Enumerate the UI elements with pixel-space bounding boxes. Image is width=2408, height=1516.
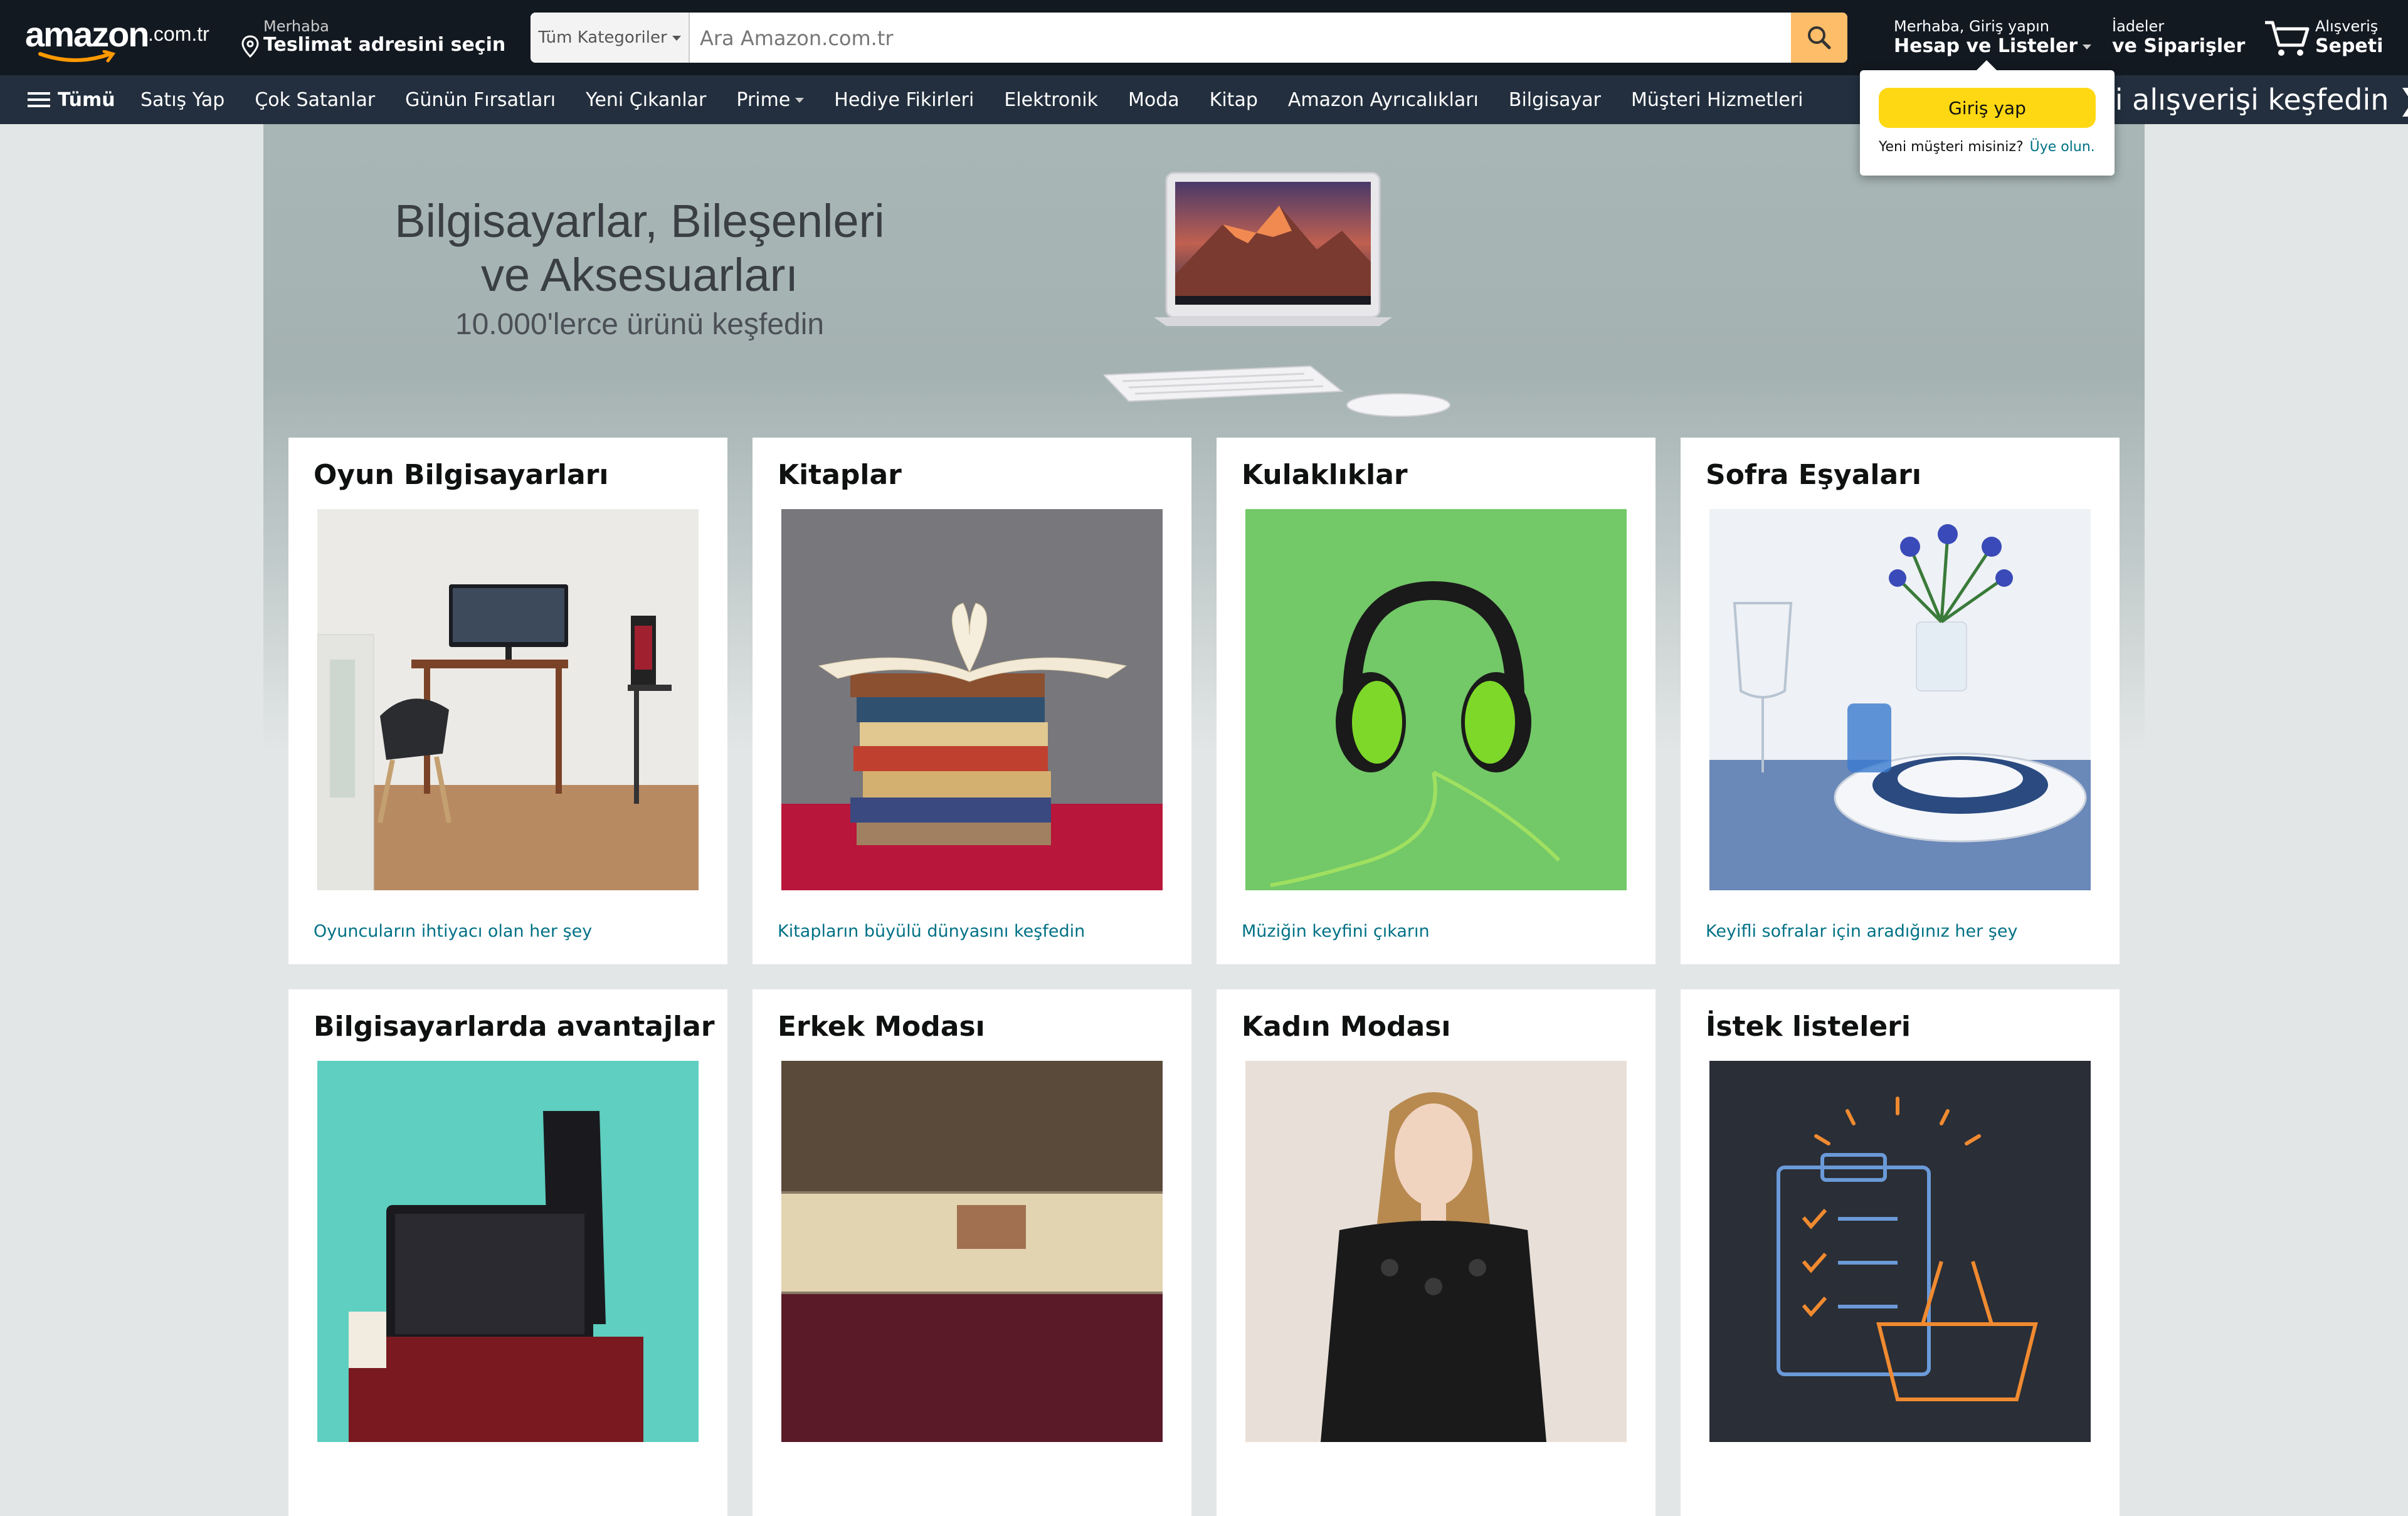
card-gaming-pcs: Oyun Bilgisayarları Oyuncuların ihtiyacı… bbox=[288, 438, 727, 964]
wishlist-image bbox=[1709, 1061, 2091, 1442]
hero-title: Bilgisayarlar, Bileşenleri ve Aksesuarla… bbox=[394, 195, 885, 301]
card-link[interactable]: Oyuncuların ihtiyacı olan her şey bbox=[314, 922, 592, 941]
caret-down-icon bbox=[795, 98, 805, 103]
card-title[interactable]: Sofra Eşyaları bbox=[1706, 459, 1921, 491]
card-wish-lists: İstek listeleri bbox=[1681, 989, 2120, 1516]
all-categories-button[interactable]: Tümü bbox=[28, 75, 115, 124]
location-pin-icon bbox=[241, 35, 259, 58]
search-category-label: Tüm Kategoriler bbox=[538, 28, 667, 47]
nav-link-computers[interactable]: Bilgisayar bbox=[1509, 89, 1601, 111]
delivery-address-label: Teslimat adresini seçin bbox=[263, 34, 506, 56]
nav-link-best-sellers[interactable]: Çok Satanlar bbox=[255, 89, 375, 111]
headphones-image bbox=[1245, 509, 1627, 890]
account-greeting: Merhaba, Giriş yapın bbox=[1894, 18, 2049, 35]
laptop-image bbox=[1104, 172, 1450, 417]
card-books: Kitaplar Kitapların büyülü dünyasını keş… bbox=[752, 438, 1191, 964]
card-image[interactable] bbox=[1245, 1061, 1627, 1442]
card-image[interactable] bbox=[781, 509, 1163, 890]
tableware-image bbox=[1709, 509, 2091, 890]
hero-subtitle: 10.000'lerce ürünü keşfedin bbox=[455, 308, 825, 341]
card-title[interactable]: Erkek Modası bbox=[778, 1011, 985, 1043]
card-image[interactable] bbox=[317, 1061, 699, 1442]
nav-link-books[interactable]: Kitap bbox=[1210, 89, 1258, 111]
mens-fashion-image bbox=[781, 1061, 1163, 1442]
nav-link-electronics[interactable]: Elektronik bbox=[1004, 89, 1098, 111]
logo-smile-icon bbox=[38, 50, 116, 63]
search-button[interactable] bbox=[1791, 13, 1847, 63]
nav-link-sell[interactable]: Satış Yap bbox=[140, 89, 224, 111]
nav-link-new-releases[interactable]: Yeni Çıkanlar bbox=[586, 89, 706, 111]
card-computer-deals: Bilgisayarlarda avantajlar bbox=[288, 989, 727, 1516]
orders-label: ve Siparişler bbox=[2112, 35, 2246, 57]
nav-link-amazon-benefits[interactable]: Amazon Ayrıcalıkları bbox=[1288, 89, 1479, 111]
search-input[interactable] bbox=[699, 13, 1679, 63]
cart-label: Alışveriş Sepeti bbox=[2315, 18, 2384, 57]
subnav-links: Satış Yap Çok Satanlar Günün Fırsatları … bbox=[140, 75, 1834, 124]
caret-down-icon bbox=[2083, 44, 2092, 50]
delivery-greeting: Merhaba bbox=[263, 18, 329, 35]
search-icon bbox=[1808, 26, 1831, 50]
logo-wordmark: amazon bbox=[25, 14, 149, 54]
cart-button[interactable]: Alışveriş Sepeti bbox=[2263, 14, 2394, 64]
nav-link-deals[interactable]: Günün Fırsatları bbox=[405, 89, 556, 111]
all-categories-label: Tümü bbox=[58, 88, 115, 111]
card-title[interactable]: Kulaklıklar bbox=[1242, 459, 1408, 491]
card-link[interactable]: Müziğin keyfini çıkarın bbox=[1242, 922, 1430, 941]
books-image bbox=[781, 509, 1163, 890]
subnav-promo-banner[interactable]: li alışverişi keşfedin ❯ bbox=[2107, 75, 2408, 124]
card-title[interactable]: Kadın Modası bbox=[1242, 1011, 1450, 1043]
popover-arrow bbox=[1977, 60, 1997, 70]
nav-link-prime[interactable]: Prime bbox=[736, 89, 805, 111]
card-womens-fashion: Kadın Modası bbox=[1217, 989, 1656, 1516]
card-image[interactable] bbox=[317, 509, 699, 890]
card-title[interactable]: Kitaplar bbox=[778, 459, 902, 491]
card-title[interactable]: İstek listeleri bbox=[1706, 1011, 1911, 1043]
card-link[interactable]: Kitapların büyülü dünyasını keşfedin bbox=[778, 922, 1085, 941]
hamburger-menu-icon bbox=[28, 92, 50, 107]
search-bar: Tüm Kategoriler bbox=[531, 13, 1847, 63]
card-title[interactable]: Bilgisayarlarda avantajlar bbox=[314, 1011, 715, 1043]
nav-link-gift-ideas[interactable]: Hediye Fikirleri bbox=[834, 89, 974, 111]
signin-popover: Giriş yap Yeni müşteri misiniz? Üye olun. bbox=[1860, 60, 2115, 176]
card-image[interactable] bbox=[1709, 1061, 2091, 1442]
card-link[interactable]: Keyifli sofralar için aradığınız her şey bbox=[1706, 922, 2017, 941]
cart-icon bbox=[2265, 21, 2310, 56]
card-image[interactable] bbox=[1709, 509, 2091, 890]
join-link[interactable]: Üye olun. bbox=[2030, 139, 2095, 155]
gaming-desk-image bbox=[317, 509, 699, 890]
account-lists-menu[interactable]: Merhaba, Giriş yapın Hesap ve Listeler bbox=[1894, 18, 2092, 57]
card-image[interactable] bbox=[1245, 509, 1627, 890]
card-image[interactable] bbox=[781, 1061, 1163, 1442]
logo-tld: .com.tr bbox=[148, 23, 209, 45]
nav-link-fashion[interactable]: Moda bbox=[1128, 89, 1180, 111]
new-customer-prompt: Yeni müşteri misiniz? Üye olun. bbox=[1879, 139, 2095, 155]
account-label: Hesap ve Listeler bbox=[1894, 35, 2092, 57]
nav-link-customer-service[interactable]: Müşteri Hizmetleri bbox=[1631, 89, 1803, 111]
card-headphones: Kulaklıklar Müziğin keyfini çıkarın bbox=[1217, 438, 1656, 964]
returns-orders-link[interactable]: İadeler ve Siparişler bbox=[2112, 18, 2245, 57]
womens-fashion-image bbox=[1245, 1061, 1627, 1442]
caret-down-icon bbox=[672, 35, 681, 41]
returns-label: İadeler bbox=[2112, 18, 2165, 35]
top-navbar: amazon .com.tr Merhaba Teslimat adresini… bbox=[0, 0, 2408, 75]
computer-deals-image bbox=[317, 1061, 699, 1442]
card-tableware: Sofra Eşyaları Keyifli sofralar için ara… bbox=[1681, 438, 2120, 964]
search-category-dropdown[interactable]: Tüm Kategoriler bbox=[531, 13, 690, 63]
signin-button[interactable]: Giriş yap bbox=[1879, 88, 2096, 128]
card-mens-fashion: Erkek Modası bbox=[752, 989, 1191, 1516]
card-title[interactable]: Oyun Bilgisayarları bbox=[314, 459, 609, 491]
